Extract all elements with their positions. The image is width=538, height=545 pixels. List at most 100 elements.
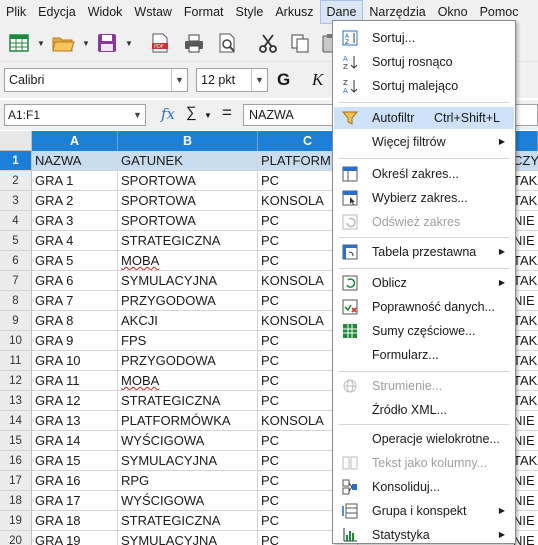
menu-arkusz[interactable]: Arkusz bbox=[269, 0, 319, 24]
cell-gatunek[interactable]: STRATEGICZNA bbox=[118, 231, 258, 251]
sum-dropdown-icon[interactable]: ▼ bbox=[204, 111, 212, 120]
menu-item-validity[interactable]: Poprawność danych... bbox=[334, 296, 514, 318]
function-wizard-icon[interactable]: fx bbox=[161, 105, 175, 123]
row-header[interactable]: 3 bbox=[0, 191, 32, 211]
row-header[interactable]: 16 bbox=[0, 451, 32, 471]
menu-item-sort[interactable]: AZ Sortuj... bbox=[334, 27, 514, 49]
cell-gatunek[interactable]: MOBA bbox=[118, 251, 258, 271]
cell-nazwa[interactable]: GRA 15 bbox=[32, 451, 118, 471]
cell-gatunek[interactable]: PRZYGODOWA bbox=[118, 351, 258, 371]
cell-gatunek[interactable]: WYŚCIGOWA bbox=[118, 491, 258, 511]
cell-nazwa[interactable]: GRA 3 bbox=[32, 211, 118, 231]
menu-item-text-to-columns[interactable]: Tekst jako kolumny... bbox=[334, 452, 514, 474]
save-icon[interactable] bbox=[94, 30, 120, 56]
menu-format[interactable]: Format bbox=[178, 0, 230, 24]
row-header[interactable]: 14 bbox=[0, 411, 32, 431]
menu-style[interactable]: Style bbox=[230, 0, 270, 24]
cell-gatunek[interactable]: WYŚCIGOWA bbox=[118, 431, 258, 451]
cell-nazwa[interactable]: GRA 2 bbox=[32, 191, 118, 211]
menu-item-statistics[interactable]: Statystyka ▶ bbox=[334, 524, 514, 545]
menu-plik[interactable]: Plik bbox=[0, 0, 32, 24]
row-header[interactable]: 12 bbox=[0, 371, 32, 391]
menu-item-more-filters[interactable]: Więcej filtrów ▶ bbox=[334, 131, 514, 153]
menu-item-define-range[interactable]: Określ zakres... bbox=[334, 163, 514, 185]
cell-nazwa[interactable]: GRA 7 bbox=[32, 291, 118, 311]
bold-button[interactable]: G bbox=[277, 70, 290, 90]
open-folder-icon[interactable] bbox=[50, 30, 76, 56]
chevron-down-icon[interactable]: ▼ bbox=[171, 69, 187, 91]
row-header[interactable]: 19 bbox=[0, 511, 32, 531]
cell-gatunek[interactable]: PLATFORMÓWKA bbox=[118, 411, 258, 431]
cell-nazwa[interactable]: GRA 14 bbox=[32, 431, 118, 451]
cell-gatunek[interactable]: SYMULACYJNA bbox=[118, 531, 258, 545]
cell-nazwa[interactable]: GRA 18 bbox=[32, 511, 118, 531]
cell-gatunek[interactable]: RPG bbox=[118, 471, 258, 491]
menu-item-group-outline[interactable]: Grupa i konspekt ▶ bbox=[334, 500, 514, 522]
menu-item-pivot-table[interactable]: Tabela przestawna ▶ bbox=[334, 241, 514, 263]
row-header[interactable]: 2 bbox=[0, 171, 32, 191]
cell-gatunek[interactable]: STRATEGICZNA bbox=[118, 391, 258, 411]
cell-gatunek[interactable]: AKCJI bbox=[118, 311, 258, 331]
menu-item-streams[interactable]: Strumienie... bbox=[334, 375, 514, 397]
cell-nazwa[interactable]: GRA 10 bbox=[32, 351, 118, 371]
row-header[interactable]: 1 bbox=[0, 151, 32, 171]
menu-item-sort-descending[interactable]: ZA Sortuj malejąco bbox=[334, 75, 514, 97]
cell-gatunek[interactable]: PRZYGODOWA bbox=[118, 291, 258, 311]
row-header[interactable]: 7 bbox=[0, 271, 32, 291]
cell-nazwa[interactable]: NAZWA bbox=[32, 151, 118, 171]
cell-gatunek[interactable]: SPORTOWA bbox=[118, 171, 258, 191]
cell-nazwa[interactable]: GRA 12 bbox=[32, 391, 118, 411]
name-box[interactable]: A1:F1 ▼ bbox=[4, 104, 146, 126]
chevron-down-icon[interactable]: ▼ bbox=[130, 105, 145, 125]
cell-nazwa[interactable]: GRA 11 bbox=[32, 371, 118, 391]
menu-item-sort-ascending[interactable]: AZ Sortuj rosnąco bbox=[334, 51, 514, 73]
menu-widok[interactable]: Widok bbox=[82, 0, 129, 24]
font-size-combo[interactable]: 12 pkt ▼ bbox=[196, 68, 268, 92]
open-dropdown-icon[interactable]: ▼ bbox=[82, 39, 90, 48]
cell-gatunek[interactable]: SYMULACYJNA bbox=[118, 451, 258, 471]
new-dropdown-icon[interactable]: ▼ bbox=[37, 39, 45, 48]
print-icon[interactable] bbox=[181, 30, 207, 56]
row-header[interactable]: 6 bbox=[0, 251, 32, 271]
cell-gatunek[interactable]: GATUNEK bbox=[118, 151, 258, 171]
row-header[interactable]: 9 bbox=[0, 311, 32, 331]
cell-nazwa[interactable]: GRA 19 bbox=[32, 531, 118, 545]
formula-icon[interactable]: = bbox=[222, 103, 232, 123]
cell-gatunek[interactable]: MOBA bbox=[118, 371, 258, 391]
cell-gatunek[interactable]: STRATEGICZNA bbox=[118, 511, 258, 531]
row-header[interactable]: 4 bbox=[0, 211, 32, 231]
cell-gatunek[interactable]: SYMULACYJNA bbox=[118, 271, 258, 291]
cell-gatunek[interactable]: SPORTOWA bbox=[118, 211, 258, 231]
copy-icon[interactable] bbox=[287, 30, 313, 56]
menu-item-autofilter[interactable]: Autofiltr Ctrl+Shift+L bbox=[334, 107, 514, 129]
row-header[interactable]: 5 bbox=[0, 231, 32, 251]
save-dropdown-icon[interactable]: ▼ bbox=[125, 39, 133, 48]
row-header[interactable]: 17 bbox=[0, 471, 32, 491]
column-header-a[interactable]: A bbox=[32, 131, 118, 151]
menu-item-consolidate[interactable]: Konsoliduj... bbox=[334, 476, 514, 498]
menu-item-xml-source[interactable]: Źródło XML... bbox=[334, 399, 514, 421]
export-pdf-icon[interactable]: PDF bbox=[147, 30, 173, 56]
row-header[interactable]: 8 bbox=[0, 291, 32, 311]
new-spreadsheet-icon[interactable] bbox=[6, 30, 32, 56]
menu-item-refresh-range[interactable]: Odśwież zakres bbox=[334, 211, 514, 233]
cell-nazwa[interactable]: GRA 6 bbox=[32, 271, 118, 291]
menu-item-multiple-operations[interactable]: Operacje wielokrotne... bbox=[334, 428, 514, 450]
cell-gatunek[interactable]: SPORTOWA bbox=[118, 191, 258, 211]
row-header[interactable]: 13 bbox=[0, 391, 32, 411]
cell-nazwa[interactable]: GRA 8 bbox=[32, 311, 118, 331]
italic-button[interactable]: K bbox=[312, 70, 323, 90]
menu-item-form[interactable]: Formularz... bbox=[334, 344, 514, 366]
cell-nazwa[interactable]: GRA 5 bbox=[32, 251, 118, 271]
font-name-combo[interactable]: Calibri ▼ bbox=[4, 68, 188, 92]
chevron-down-icon[interactable]: ▼ bbox=[251, 69, 267, 91]
menu-edycja[interactable]: Edycja bbox=[32, 0, 82, 24]
cell-nazwa[interactable]: GRA 1 bbox=[32, 171, 118, 191]
cell-nazwa[interactable]: GRA 17 bbox=[32, 491, 118, 511]
row-header[interactable]: 10 bbox=[0, 331, 32, 351]
row-header[interactable]: 11 bbox=[0, 351, 32, 371]
sum-icon[interactable]: ∑ bbox=[186, 104, 197, 121]
cell-gatunek[interactable]: FPS bbox=[118, 331, 258, 351]
menu-item-subtotals[interactable]: Sumy częściowe... bbox=[334, 320, 514, 342]
menu-item-calculate[interactable]: Oblicz ▶ bbox=[334, 272, 514, 294]
